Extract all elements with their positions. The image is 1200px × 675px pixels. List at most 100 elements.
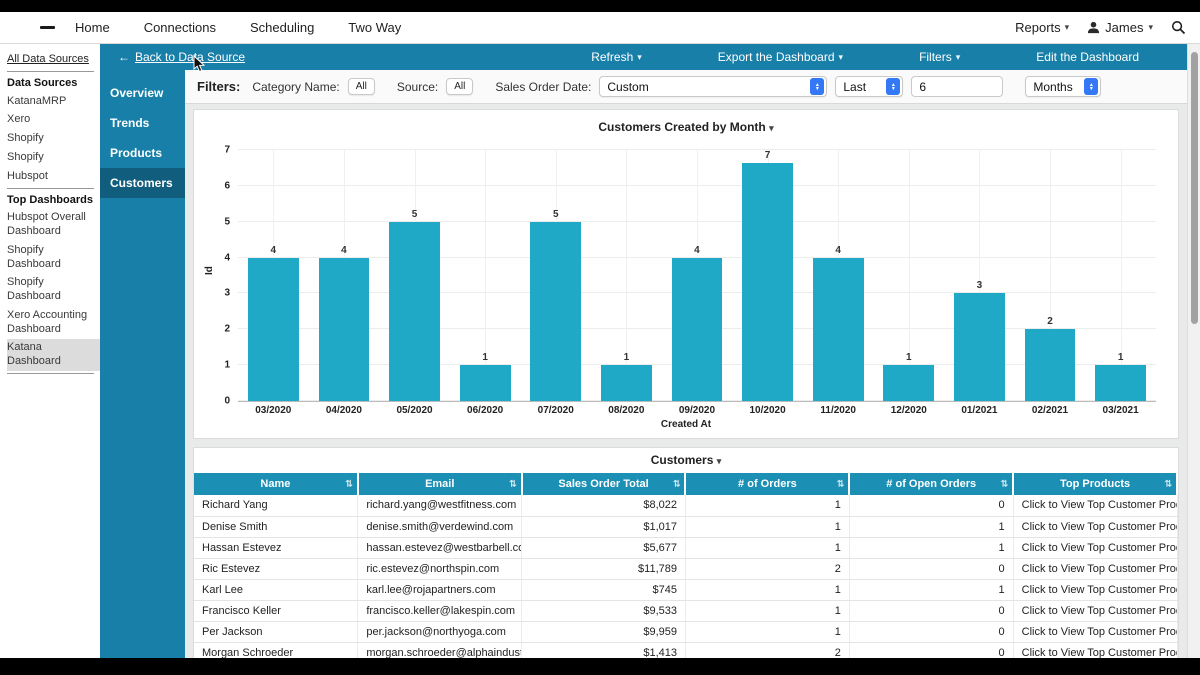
sort-icon[interactable]: ⇅ <box>509 479 517 490</box>
cell-name: Karl Lee <box>194 579 358 600</box>
bar-04/2020[interactable] <box>319 258 370 401</box>
source-label: Source: <box>397 80 438 94</box>
search-icon[interactable] <box>1171 20 1186 35</box>
column-header--of-orders[interactable]: # of Orders⇅ <box>685 473 849 495</box>
sidebar-item-shopify[interactable]: Shopify <box>7 130 100 149</box>
table-row: Denise Smithdenise.smith@verdewind.com$1… <box>194 516 1177 537</box>
stepper-icon: ▲▼ <box>886 78 900 95</box>
scrollbar-thumb[interactable] <box>1191 52 1198 324</box>
bar-value-label: 5 <box>553 209 559 220</box>
sort-icon[interactable]: ⇅ <box>345 479 353 490</box>
filters-button[interactable]: Filters ▾ <box>881 50 998 64</box>
sidebar-item-xero[interactable]: Xero <box>7 111 100 130</box>
export-dashboard-button[interactable]: Export the Dashboard ▾ <box>680 50 881 64</box>
bar-value-label: 7 <box>765 150 771 161</box>
sidebar-link-all-data-sources[interactable]: All Data Sources <box>7 50 100 69</box>
top-products-link[interactable]: Click to View Top Customer Products <box>1013 537 1177 558</box>
cell-sales-order-total: $11,789 <box>522 558 686 579</box>
sidebar-item-xero-accounting-dashboard[interactable]: Xero Accounting Dashboard <box>7 306 100 339</box>
bar-12/2020[interactable] <box>883 365 934 401</box>
bar-07/2020[interactable] <box>530 222 581 401</box>
sales-order-date-select[interactable]: Custom ▲▼ <box>599 76 827 97</box>
sort-icon[interactable]: ⇅ <box>673 479 681 490</box>
top-products-link[interactable]: Click to View Top Customer Products <box>1013 600 1177 621</box>
bar-11/2020[interactable] <box>813 258 864 401</box>
tab-trends[interactable]: Trends <box>100 108 185 138</box>
range-value-input[interactable] <box>911 76 1003 97</box>
bar-01/2021[interactable] <box>954 293 1005 401</box>
y-tick-label: 2 <box>214 324 230 335</box>
chart-title[interactable]: Customers Created by Month ▾ <box>198 116 1174 144</box>
x-tick-label: 06/2020 <box>450 405 521 416</box>
sidebar-item-katanamrp[interactable]: KatanaMRP <box>7 92 100 111</box>
sidebar-item-hubspot-overall-dashboard[interactable]: Hubspot Overall Dashboard <box>7 209 100 242</box>
top-products-link[interactable]: Click to View Top Customer Products <box>1013 579 1177 600</box>
column-header--of-open-orders[interactable]: # of Open Orders⇅ <box>849 473 1013 495</box>
chart-plot: 01234567 4451514741321 <box>238 150 1156 402</box>
gridline-vertical <box>626 150 627 401</box>
sort-icon[interactable]: ⇅ <box>1001 479 1009 490</box>
column-header-name[interactable]: Name⇅ <box>194 473 358 495</box>
bar-08/2020[interactable] <box>601 365 652 401</box>
cell-name: Denise Smith <box>194 516 358 537</box>
bar-slot: 1 <box>591 150 662 401</box>
bar-06/2020[interactable] <box>460 365 511 401</box>
range-mode-select[interactable]: Last ▲▼ <box>835 76 903 97</box>
reports-menu[interactable]: Reports ▾ <box>1015 20 1069 35</box>
sidebar-item-shopify[interactable]: Shopify <box>7 148 100 167</box>
cell-email: morgan.schroeder@alphaindustries. <box>358 642 522 658</box>
top-products-link[interactable]: Click to View Top Customer Products <box>1013 558 1177 579</box>
caret-down-icon: ▾ <box>1148 22 1153 33</box>
cell-name: Richard Yang <box>194 495 358 516</box>
sidebar-heading: Data Sources <box>7 74 100 92</box>
bar-slot: 1 <box>450 150 521 401</box>
topnav-item-scheduling[interactable]: Scheduling <box>250 20 314 35</box>
chart-title-label: Customers Created by Month <box>598 120 765 134</box>
source-filter-button[interactable]: All <box>446 78 473 95</box>
sort-icon[interactable]: ⇅ <box>1164 479 1172 490</box>
vertical-scrollbar[interactable] <box>1187 44 1200 658</box>
sidebar-item-hubspot[interactable]: Hubspot <box>7 167 100 186</box>
bar-05/2020[interactable] <box>389 222 440 401</box>
tab-products[interactable]: Products <box>100 138 185 168</box>
cell-sales-order-total: $1,017 <box>522 516 686 537</box>
sidebar-heading: Top Dashboards <box>7 191 100 209</box>
topnav-item-two-way[interactable]: Two Way <box>348 20 401 35</box>
y-tick-label: 1 <box>214 360 230 371</box>
bar-value-label: 1 <box>624 352 630 363</box>
bar-02/2021[interactable] <box>1025 329 1076 401</box>
top-products-link[interactable]: Click to View Top Customer Products <box>1013 495 1177 516</box>
top-products-link[interactable]: Click to View Top Customer Products <box>1013 642 1177 658</box>
topnav-item-connections[interactable]: Connections <box>144 20 216 35</box>
sidebar-item-katana-dashboard[interactable]: Katana Dashboard <box>7 339 100 372</box>
sidebar-item-shopify-dashboard[interactable]: Shopify Dashboard <box>7 241 100 274</box>
column-header-top-products[interactable]: Top Products⇅ <box>1013 473 1177 495</box>
topbar-right: Reports ▾ James ▾ <box>1015 20 1186 35</box>
range-unit-select[interactable]: Months ▲▼ <box>1025 76 1101 97</box>
top-products-link[interactable]: Click to View Top Customer Products <box>1013 516 1177 537</box>
column-header-email[interactable]: Email⇅ <box>358 473 522 495</box>
bar-03/2021[interactable] <box>1095 365 1146 401</box>
bar-09/2020[interactable] <box>672 258 723 401</box>
user-menu[interactable]: James ▾ <box>1087 20 1153 35</box>
bar-10/2020[interactable] <box>742 163 793 401</box>
category-name-filter-button[interactable]: All <box>348 78 375 95</box>
dashboard-action-bar: ← Back to Data Source Refresh ▾ Export t… <box>100 44 1187 70</box>
tab-customers[interactable]: Customers <box>100 168 185 198</box>
sidebar-item-shopify-dashboard[interactable]: Shopify Dashboard <box>7 274 100 307</box>
menu-icon[interactable] <box>40 26 55 29</box>
column-header-sales-order-total[interactable]: Sales Order Total⇅ <box>522 473 686 495</box>
sales-order-date-value: Custom <box>607 80 810 94</box>
topnav-item-home[interactable]: Home <box>75 20 110 35</box>
top-products-link[interactable]: Click to View Top Customer Products <box>1013 621 1177 642</box>
edit-dashboard-button[interactable]: Edit the Dashboard <box>998 50 1177 64</box>
table-title[interactable]: Customers ▾ <box>194 448 1178 473</box>
back-to-data-source-link[interactable]: ← Back to Data Source <box>118 50 245 64</box>
table-header-row: Name⇅Email⇅Sales Order Total⇅# of Orders… <box>194 473 1177 495</box>
tab-overview[interactable]: Overview <box>100 78 185 108</box>
bar-slot: 4 <box>309 150 380 401</box>
cell-email: denise.smith@verdewind.com <box>358 516 522 537</box>
sort-icon[interactable]: ⇅ <box>837 479 845 490</box>
bar-03/2020[interactable] <box>248 258 299 401</box>
refresh-button[interactable]: Refresh ▾ <box>553 50 680 64</box>
